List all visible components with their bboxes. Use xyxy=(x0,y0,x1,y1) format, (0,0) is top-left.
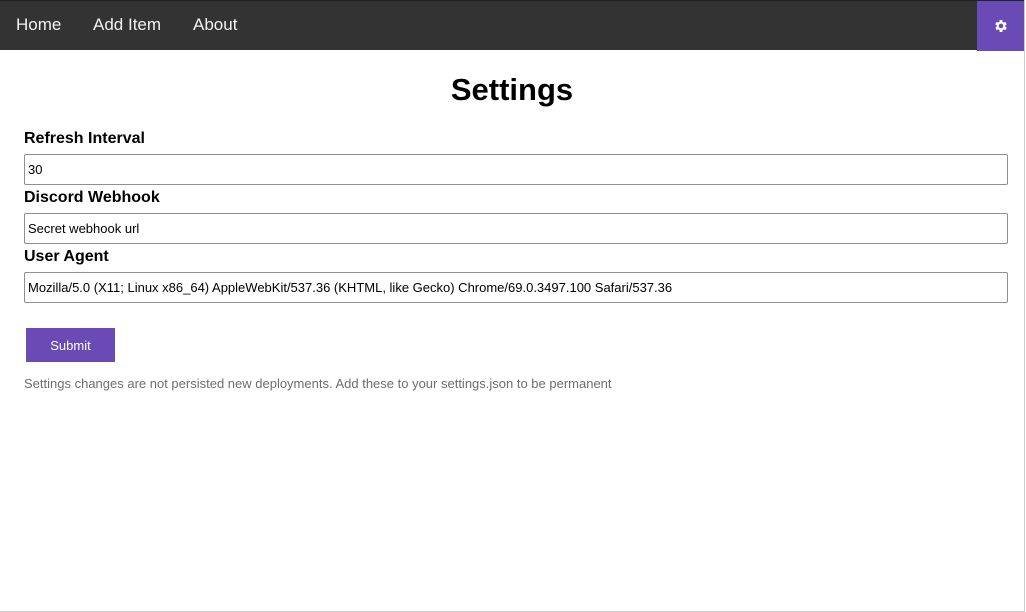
user-agent-input[interactable] xyxy=(24,272,1008,303)
nav-about-link[interactable]: About xyxy=(193,1,237,51)
discord-webhook-input[interactable] xyxy=(24,213,1008,244)
gear-icon xyxy=(993,15,1009,35)
settings-button[interactable] xyxy=(977,1,1024,51)
refresh-interval-input[interactable] xyxy=(24,154,1008,185)
settings-page: Home Add Item About Settings Refresh Int… xyxy=(0,0,1025,612)
refresh-interval-label: Refresh Interval xyxy=(24,130,145,147)
user-agent-label: User Agent xyxy=(24,248,109,265)
nav-add-item-link[interactable]: Add Item xyxy=(93,1,161,51)
discord-webhook-label: Discord Webhook xyxy=(24,189,160,206)
settings-note: Settings changes are not persisted new d… xyxy=(24,376,612,391)
top-navigation-bar: Home Add Item About xyxy=(0,0,1024,51)
nav-home-link[interactable]: Home xyxy=(16,1,61,51)
submit-button[interactable]: Submit xyxy=(26,328,115,362)
page-title: Settings xyxy=(450,72,574,107)
